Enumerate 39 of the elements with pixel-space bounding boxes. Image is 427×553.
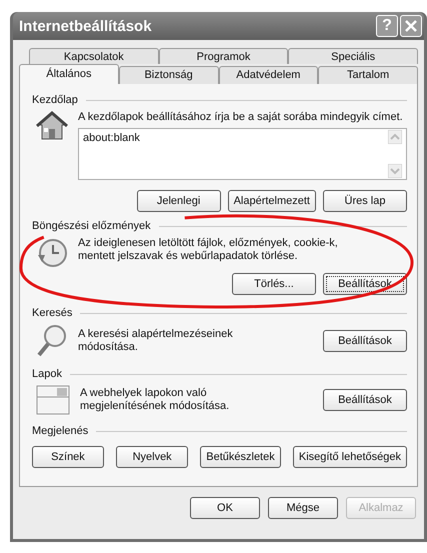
- house-icon: [36, 111, 68, 141]
- button[interactable]: Mégse: [268, 497, 338, 519]
- section-heading: Lapok: [32, 368, 62, 380]
- tab[interactable]: Programok: [158, 48, 288, 64]
- button[interactable]: Beállítások: [323, 389, 407, 411]
- button[interactable]: Kisegítő lehetőségek: [292, 446, 407, 468]
- window-title: Internetbeállítások: [19, 18, 152, 34]
- description: A webhelyek lapokon való megjelenítésének módosítása.: [80, 387, 230, 413]
- button[interactable]: Nyelvek: [116, 446, 188, 468]
- clock-icon: [36, 237, 68, 269]
- tab[interactable]: Általános: [19, 64, 119, 84]
- tab[interactable]: Tartalom: [318, 66, 418, 84]
- tab[interactable]: Speciális: [288, 48, 418, 64]
- button[interactable]: OK: [190, 497, 260, 519]
- close-icon: [405, 20, 417, 32]
- button[interactable]: Jelenlegi: [136, 190, 221, 212]
- button[interactable]: Beállítások: [323, 330, 407, 352]
- close-button[interactable]: [400, 15, 422, 37]
- scroll-down-icon[interactable]: [388, 164, 402, 178]
- button[interactable]: Törlés...: [232, 273, 316, 295]
- button[interactable]: Színek: [32, 446, 104, 468]
- homepage-field[interactable]: about:blank: [78, 128, 407, 180]
- button[interactable]: Alapértelmezett: [228, 190, 316, 212]
- section-heading: Böngészési előzmények: [32, 220, 151, 232]
- tab[interactable]: Biztonság: [118, 66, 218, 84]
- description: A keresési alapértelmezéseinek módosítása.: [78, 328, 234, 354]
- tabbed-window-icon: [36, 385, 70, 415]
- button[interactable]: Beállítások: [323, 273, 407, 295]
- button[interactable]: Üres lap: [323, 190, 407, 212]
- magnifier-icon: [36, 324, 68, 358]
- tab[interactable]: Adatvédelem: [218, 66, 318, 84]
- description: A kezdőlapok beállításához írja be a saját sorába mindegyik címet.: [78, 111, 403, 123]
- section-heading: Keresés: [32, 307, 72, 319]
- tab[interactable]: Kapcsolatok: [29, 48, 159, 64]
- description: Az ideiglenesen letöltött fájlok, előzmények, cookie-k, mentett jelszavak és webűrlapadatok törlése.: [78, 237, 339, 263]
- section-heading: Megjelenés: [32, 425, 88, 437]
- scroll-up-icon[interactable]: [388, 130, 402, 144]
- section-heading: Kezdőlap: [32, 94, 78, 106]
- button[interactable]: Betűkészletek: [200, 446, 281, 468]
